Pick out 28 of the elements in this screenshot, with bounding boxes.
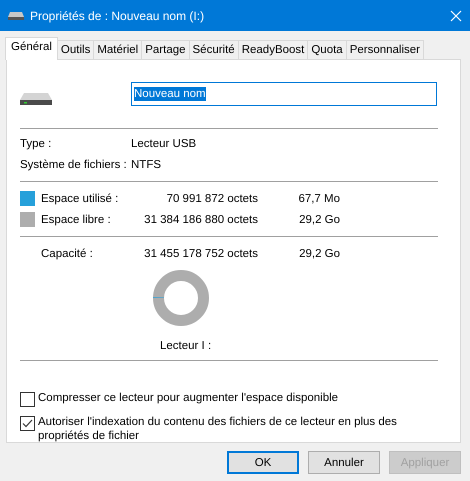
field-value: NTFS <box>131 158 162 170</box>
size-value: 29,2 Go <box>298 214 340 226</box>
drive-icon <box>8 12 24 20</box>
window-title: Propriétés de : Nouveau nom (I:) <box>30 8 206 22</box>
drive-label: Lecteur I : <box>160 340 212 352</box>
tab[interactable]: Personnaliser <box>346 40 424 59</box>
byte-count: 31 455 178 752 octets <box>143 248 258 260</box>
byte-count: 31 384 186 880 octets <box>143 214 258 226</box>
space-label: Espace utilisé : <box>41 192 120 204</box>
size-value: 29,2 Go <box>298 248 340 260</box>
field-label: Type : <box>20 138 52 150</box>
space-label: Espace libre : <box>41 214 112 226</box>
checkbox-label[interactable]: Autoriser l'indexation du contenu des fichiers de ce lecteur en plus des propriétés de fichier <box>38 415 447 443</box>
close-icon[interactable] <box>450 10 462 22</box>
name-field[interactable]: Nouveau nom <box>131 82 437 106</box>
checkbox-label[interactable]: Compresser ce lecteur pour augmenter l'espace disponible <box>38 391 338 405</box>
checkbox[interactable] <box>20 392 35 407</box>
checkbox[interactable] <box>20 416 35 431</box>
dialog-button[interactable]: OK <box>227 451 299 474</box>
capacity-label: Capacité : <box>41 248 94 260</box>
field-value: Lecteur USB <box>131 138 196 150</box>
dialog-button[interactable]: Annuler <box>308 451 380 474</box>
byte-count: 70 991 872 octets <box>166 192 258 204</box>
size-value: 67,7 Mo <box>297 192 340 204</box>
drive-icon <box>20 91 52 107</box>
tab[interactable]: Général <box>5 37 58 60</box>
usage-donut <box>151 268 211 328</box>
field-label: Système de fichiers : <box>20 158 128 170</box>
